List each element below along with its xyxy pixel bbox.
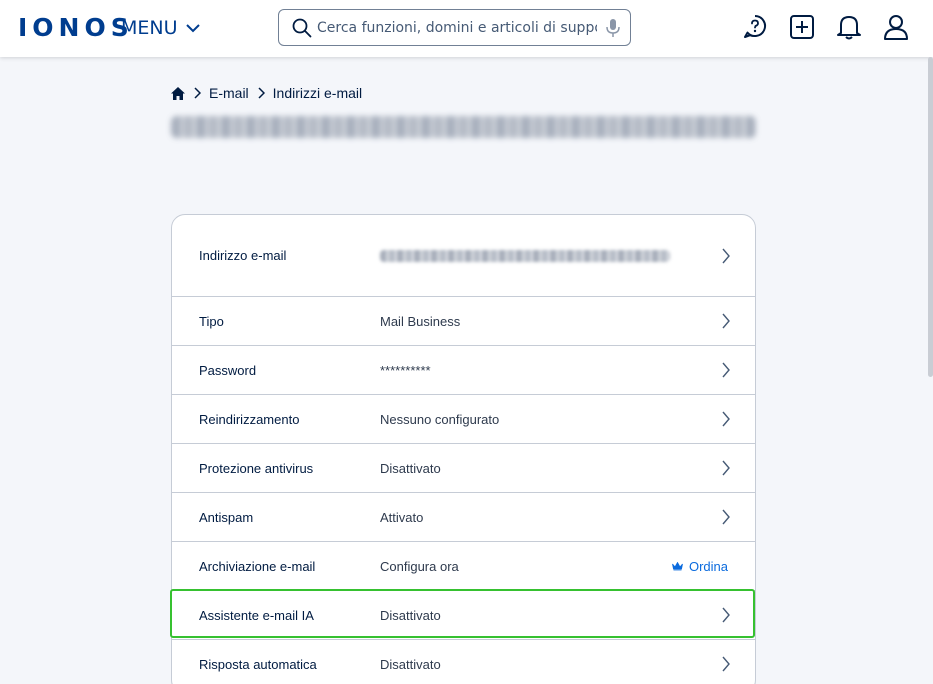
ionos-logo[interactable]: IONOS [18, 13, 134, 42]
menu-button[interactable]: MENU [121, 17, 202, 39]
crown-icon [672, 561, 683, 570]
row-label: Indirizzo e-mail [199, 248, 287, 263]
row-email-archiving[interactable]: Archiviazione e-mail Configura ora Ordin… [172, 542, 755, 591]
chevron-right-icon [722, 248, 730, 263]
row-value: Configura ora [380, 558, 459, 574]
row-label: Risposta automatica [199, 656, 317, 672]
row-label: Reindirizzamento [199, 411, 300, 427]
row-label: Antispam [199, 509, 254, 525]
chevron-right-icon [722, 362, 730, 378]
top-bar: IONOS MENU [0, 0, 933, 57]
row-label: Assistente e-mail IA [199, 607, 314, 623]
order-link[interactable]: Ordina [672, 559, 728, 574]
breadcrumb-email[interactable]: E-mail [209, 85, 249, 101]
row-type[interactable]: Tipo Mail Business [172, 297, 755, 346]
row-label: Tipo [199, 313, 224, 329]
page-title-redacted [171, 116, 756, 138]
chevron-right-icon [722, 607, 730, 623]
home-icon[interactable] [171, 86, 185, 100]
chevron-right-icon [258, 87, 265, 99]
row-value: Disattivato [380, 656, 441, 672]
row-password[interactable]: Password ********** [172, 346, 755, 395]
row-label: Archiviazione e-mail [199, 558, 316, 574]
row-antispam[interactable]: Antispam Attivato [172, 493, 755, 542]
row-antivirus[interactable]: Protezione antivirus Disattivato [172, 444, 755, 493]
chevron-right-icon [722, 460, 730, 476]
row-value: Disattivato [380, 607, 441, 623]
page-scrollbar[interactable] [928, 57, 933, 377]
order-label: Ordina [688, 558, 728, 574]
chevron-right-icon [194, 87, 201, 99]
chevron-right-icon [722, 656, 730, 672]
mailbox-settings-card: Indirizzo e-mail Tipo Mail Business Pass… [171, 214, 756, 684]
user-icon[interactable] [883, 13, 909, 41]
help-chat-icon[interactable] [742, 13, 768, 41]
search-icon [292, 18, 312, 37]
row-value: ********** [380, 362, 431, 378]
row-value: Mail Business [380, 313, 461, 329]
chevron-right-icon [722, 509, 730, 525]
chevron-down-icon [185, 24, 200, 33]
menu-label: MENU [121, 17, 178, 39]
row-forwarding[interactable]: Reindirizzamento Nessuno configurato [172, 395, 755, 444]
row-value: Attivato [380, 509, 424, 525]
row-value: Nessuno configurato [380, 411, 500, 427]
search-box[interactable] [278, 9, 631, 46]
chevron-right-icon [722, 313, 730, 329]
breadcrumb-email-addresses[interactable]: Indirizzi e-mail [273, 85, 362, 101]
bell-icon[interactable] [836, 13, 862, 41]
microphone-icon[interactable] [604, 18, 622, 38]
row-ai-email-assistant[interactable]: Assistente e-mail IA Disattivato [172, 591, 755, 640]
header-actions [742, 13, 909, 41]
row-email-address[interactable]: Indirizzo e-mail [172, 215, 755, 297]
row-value: Disattivato [380, 460, 441, 476]
chevron-right-icon [722, 411, 730, 427]
email-address-redacted [380, 249, 670, 262]
row-label: Password [199, 362, 257, 378]
search-input[interactable] [317, 19, 597, 36]
row-label: Protezione antivirus [199, 460, 314, 476]
row-auto-reply[interactable]: Risposta automatica Disattivato [172, 640, 755, 684]
add-icon[interactable] [789, 13, 815, 41]
breadcrumb: E-mail Indirizzi e-mail [171, 85, 362, 101]
